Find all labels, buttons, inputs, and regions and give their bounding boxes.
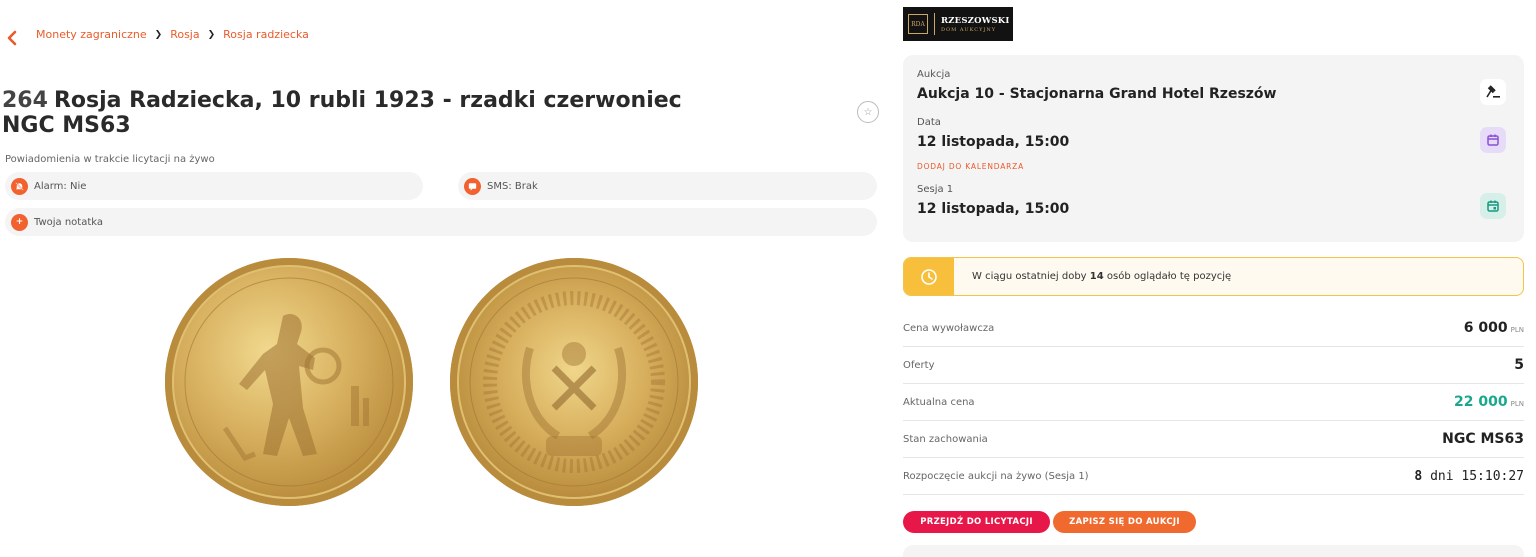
starting-price-row: Cena wywoławcza 6 000 PLN xyxy=(903,310,1524,347)
date-value: 12 listopada, 15:00 xyxy=(917,134,1070,150)
logo-wordmark: RZESZOWSKI DOM AUKCYJNY xyxy=(941,16,1010,33)
coin-images xyxy=(165,258,710,506)
auction-house-logo[interactable]: RDA RZESZOWSKI DOM AUKCYJNY xyxy=(903,7,1013,41)
back-chevron-icon[interactable] xyxy=(6,30,18,46)
alarm-toggle[interactable]: Alarm: Nie xyxy=(5,172,423,200)
live-start-row: Rozpoczęcie aukcji na żywo (Sesja 1) 8 d… xyxy=(903,458,1524,495)
lot-number: 264 xyxy=(2,88,48,113)
live-start-label: Rozpoczęcie aukcji na żywo (Sesja 1) xyxy=(903,470,1089,482)
offers-label: Oferty xyxy=(903,359,935,371)
logo-name: RZESZOWSKI xyxy=(941,15,1010,26)
bell-off-icon xyxy=(11,177,28,195)
breadcrumb-separator-icon: ❯ xyxy=(207,29,216,40)
starting-price-value: 6 000 PLN xyxy=(1463,320,1524,336)
breadcrumb-separator-icon: ❯ xyxy=(154,29,163,40)
viewers-text: W ciągu ostatniej doby 14 osób oglądało … xyxy=(972,271,1232,282)
add-to-calendar-link[interactable]: DODAJ DO KALENDARZA xyxy=(917,162,1024,171)
notifications-label: Powiadomienia w trakcie licytacji na żyw… xyxy=(5,154,215,165)
currency-unit: PLN xyxy=(1510,326,1524,334)
plus-icon: + xyxy=(11,213,28,231)
current-price-label: Aktualna cena xyxy=(903,396,975,408)
auction-details-card: Aukcja Aukcja 10 - Stacjonarna Grand Hot… xyxy=(903,55,1524,242)
condition-label: Stan zachowania xyxy=(903,433,988,445)
session-label: Sesja 1 xyxy=(917,184,954,195)
viewers-count: 14 xyxy=(1089,271,1104,282)
register-for-auction-button[interactable]: ZAPISZ SIĘ DO AUKCJI xyxy=(1053,511,1196,533)
logo-divider xyxy=(934,13,935,35)
auction-label: Aukcja xyxy=(917,69,951,80)
date-label: Data xyxy=(917,117,941,128)
gavel-icon[interactable] xyxy=(1480,79,1506,105)
breadcrumb-item-foreign-coins[interactable]: Monety zagraniczne xyxy=(36,28,147,41)
session-value: 12 listopada, 15:00 xyxy=(917,201,1070,217)
offers-value: 5 xyxy=(1514,357,1524,373)
breadcrumb: Monety zagraniczne ❯ Rosja ❯ Rosja radzi… xyxy=(36,28,309,41)
breadcrumb-item-soviet-russia[interactable]: Rosja radziecka xyxy=(223,28,309,41)
coin-reverse-image[interactable] xyxy=(450,258,698,506)
logo-subtitle: DOM AUKCYJNY xyxy=(941,26,997,33)
alarm-label: Alarm: Nie xyxy=(34,180,87,192)
calendar-event-icon[interactable] xyxy=(1480,193,1506,219)
starting-price-label: Cena wywoławcza xyxy=(903,322,995,334)
lot-title-text: Rosja Radziecka, 10 rubli 1923 - rzadki … xyxy=(2,88,682,138)
clock-icon xyxy=(904,258,954,295)
calendar-icon[interactable] xyxy=(1480,127,1506,153)
current-price-row: Aktualna cena 22 000 PLN xyxy=(903,384,1524,421)
go-to-bidding-button[interactable]: PRZEJDŹ DO LICYTACJI xyxy=(903,511,1050,533)
currency-unit: PLN xyxy=(1510,400,1524,408)
auction-name[interactable]: Aukcja 10 - Stacjonarna Grand Hotel Rzes… xyxy=(917,86,1276,102)
viewers-banner: W ciągu ostatniej doby 14 osób oglądało … xyxy=(903,257,1524,296)
coin-obverse-image[interactable] xyxy=(165,258,413,506)
favorite-star-icon[interactable]: ☆ xyxy=(857,101,879,123)
countdown-timer: 8 dni 15:10:27 xyxy=(1414,468,1524,484)
add-note-button[interactable]: + Twoja notatka xyxy=(5,208,877,236)
sms-label: SMS: Brak xyxy=(487,180,538,192)
logo-mark: RDA xyxy=(908,14,928,34)
breadcrumb-item-russia[interactable]: Rosja xyxy=(170,28,199,41)
condition-row: Stan zachowania NGC MS63 xyxy=(903,421,1524,458)
condition-value: NGC MS63 xyxy=(1442,431,1524,447)
current-price-value: 22 000 PLN xyxy=(1454,394,1524,410)
offers-row: Oferty 5 xyxy=(903,347,1524,384)
sms-icon xyxy=(464,177,481,195)
note-label: Twoja notatka xyxy=(34,216,104,228)
bottom-card xyxy=(903,545,1524,557)
page-title: 264 Rosja Radziecka, 10 rubli 1923 - rzad… xyxy=(2,88,732,138)
sms-toggle[interactable]: SMS: Brak xyxy=(458,172,877,200)
